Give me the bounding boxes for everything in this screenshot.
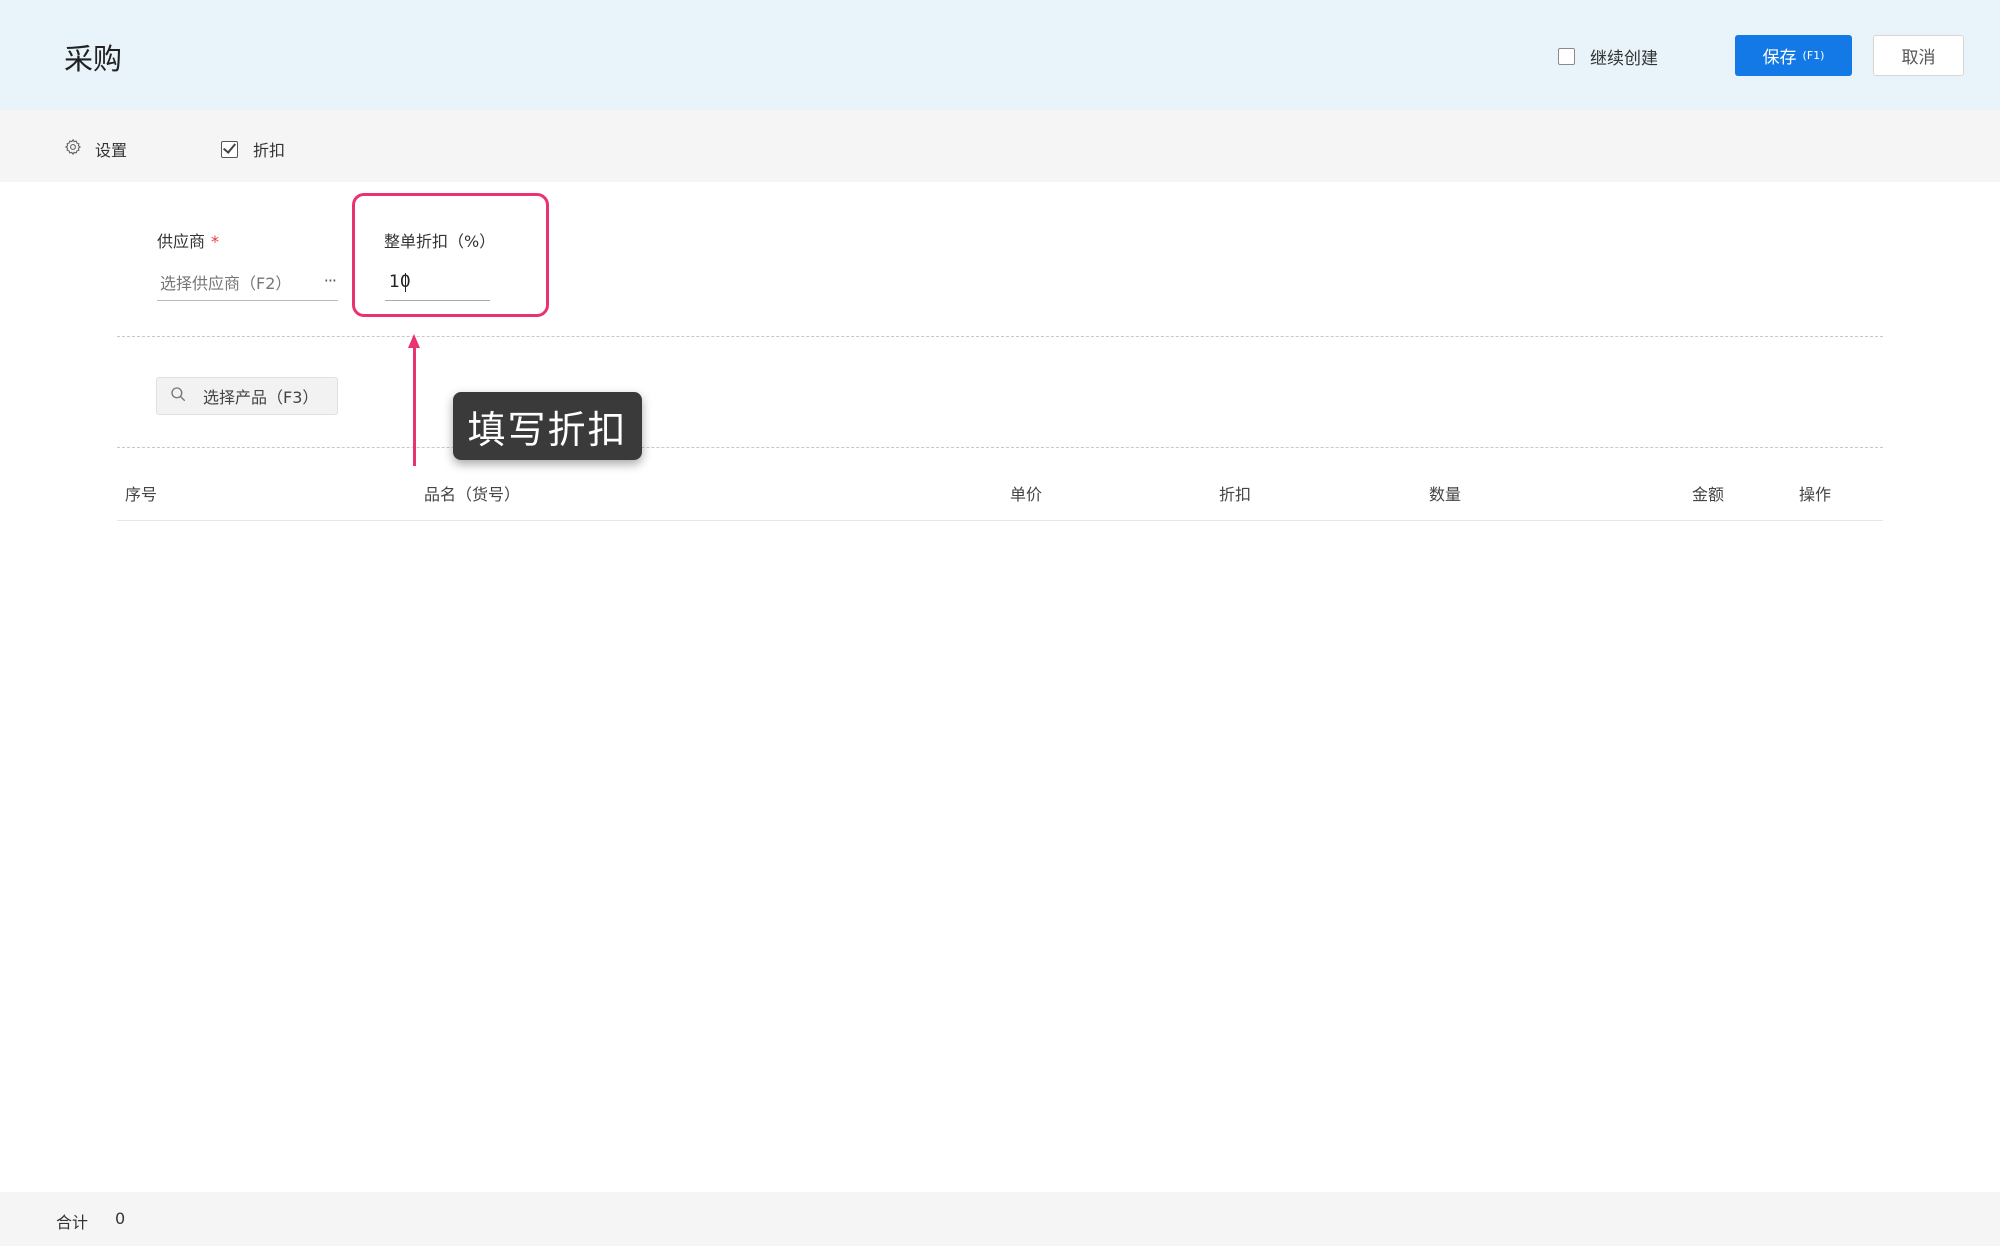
settings-label: 设置 <box>95 141 128 160</box>
gear-icon <box>64 138 82 160</box>
divider <box>117 336 1883 337</box>
more-icon[interactable]: ··· <box>324 271 337 290</box>
cancel-button[interactable]: 取消 <box>1873 35 1964 76</box>
discount-toggle[interactable]: 折扣 <box>221 137 285 161</box>
total-label: 合计 <box>56 1213 89 1232</box>
settings-button[interactable]: 设置 <box>64 137 127 161</box>
column-header-price: 单价 <box>1010 485 1043 504</box>
total-discount-label: 整单折扣（%） <box>384 232 496 251</box>
supplier-placeholder: 选择供应商（F2） <box>160 274 292 293</box>
continue-create-checkbox[interactable] <box>1558 48 1575 65</box>
total-discount-input[interactable] <box>385 264 490 301</box>
supplier-select[interactable]: 选择供应商（F2） ··· <box>157 264 338 301</box>
product-search[interactable]: 选择产品（F3） <box>156 377 338 415</box>
text-caret <box>405 273 406 292</box>
discount-label: 折扣 <box>253 141 286 160</box>
column-header-quantity: 数量 <box>1429 485 1462 504</box>
annotation-callout: 填写折扣 <box>453 392 642 460</box>
page-title: 采购 <box>64 42 123 76</box>
page-header: 采购 继续创建 保存 (F1) 取消 <box>0 0 2000 110</box>
save-shortcut-hint: (F1) <box>1802 49 1825 62</box>
column-header-amount: 金额 <box>1692 485 1725 504</box>
search-icon <box>157 385 187 407</box>
save-button[interactable]: 保存 (F1) <box>1735 35 1852 76</box>
continue-create-toggle[interactable]: 继续创建 <box>1558 44 1658 69</box>
divider <box>117 447 1883 448</box>
required-mark: * <box>211 232 220 251</box>
column-header-name: 品名（货号） <box>424 485 521 504</box>
discount-checkbox[interactable] <box>221 140 238 158</box>
column-header-seq: 序号 <box>125 485 158 504</box>
table-header-divider <box>117 520 1883 521</box>
column-header-operations: 操作 <box>1799 485 1832 504</box>
annotation-arrow <box>413 344 416 466</box>
column-header-discount: 折扣 <box>1219 485 1252 504</box>
footer: 合计 0 <box>0 1192 2000 1246</box>
toolbar: 设置 折扣 <box>0 110 2000 182</box>
save-button-label: 保存 <box>1762 48 1797 68</box>
product-search-placeholder: 选择产品（F3） <box>203 388 319 407</box>
supplier-label: 供应商 * <box>157 232 220 251</box>
total-value: 0 <box>115 1209 126 1228</box>
continue-create-label: 继续创建 <box>1590 49 1658 69</box>
